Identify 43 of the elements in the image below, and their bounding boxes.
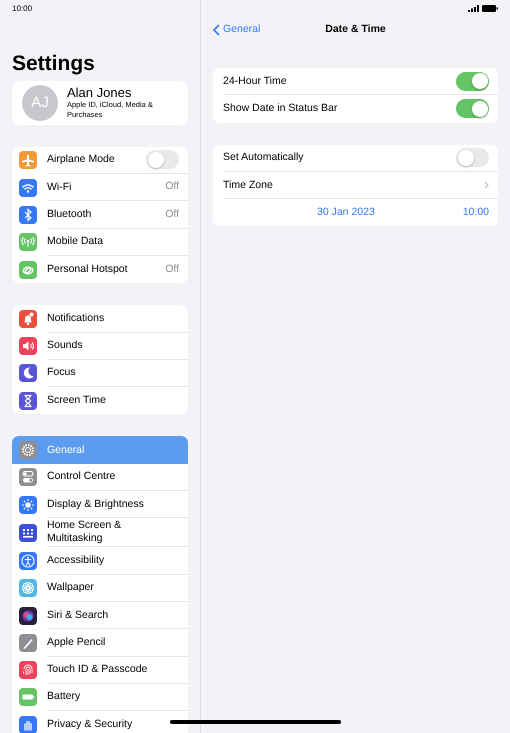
settings-row[interactable]: Display & Brightness: [12, 491, 188, 518]
date-value[interactable]: 30 Jan 2023: [317, 204, 375, 221]
settings-row[interactable]: Bluetooth Off: [12, 201, 188, 229]
signal-icon: [468, 5, 479, 12]
setting-value: Off: [165, 179, 179, 194]
settings-row[interactable]: Apple Pencil: [12, 629, 188, 656]
settings-row[interactable]: Screen Time: [12, 387, 188, 414]
profile-name: Alan Jones: [67, 85, 132, 100]
settings-row[interactable]: Focus: [12, 360, 188, 388]
settings-row[interactable]: Control Centre: [12, 464, 188, 492]
toggle-switch[interactable]: [456, 72, 489, 91]
settings-row[interactable]: Notifications: [12, 305, 188, 333]
settings-row[interactable]: Wallpaper: [12, 574, 188, 602]
time-value[interactable]: 10:00: [462, 204, 489, 221]
toggle-switch[interactable]: [456, 99, 489, 118]
home-indicator[interactable]: [170, 720, 341, 724]
toggle-switch[interactable]: [456, 148, 489, 168]
battery-icon: [482, 5, 498, 12]
back-chevron-icon: [213, 24, 220, 36]
chevron-icon: [484, 181, 489, 190]
setting-label: Show Date in Status Bar: [223, 101, 338, 116]
settings-row[interactable]: Battery: [12, 684, 188, 712]
settings-row[interactable]: Sounds: [12, 332, 188, 360]
status-time: 10:00: [12, 3, 32, 14]
settings-row[interactable]: Airplane Mode: [12, 146, 188, 174]
settings-row[interactable]: Home Screen & Multitasking: [12, 518, 188, 548]
setting-label: Set Automatically: [223, 150, 305, 166]
settings-row[interactable]: Personal Hotspot Off: [12, 256, 188, 284]
avatar: AJ: [22, 84, 58, 121]
screen-title: Date & Time: [325, 22, 386, 38]
back-button[interactable]: General: [213, 22, 260, 38]
settings-row[interactable]: Mobile Data: [12, 228, 188, 256]
settings-row[interactable]: Wi-Fi Off: [12, 174, 188, 202]
setting-value: Off: [165, 206, 179, 222]
settings-row[interactable]: Touch ID & Passcode: [12, 656, 188, 684]
setting-label: 24-Hour Time: [223, 74, 288, 89]
settings-row[interactable]: Privacy & Security: [12, 711, 188, 733]
setting-link[interactable]: Time Zone: [223, 178, 484, 193]
page-title: Settings: [12, 50, 95, 77]
toggle-switch[interactable]: [146, 150, 179, 170]
settings-row[interactable]: Siri & Search: [12, 602, 188, 630]
settings-row[interactable]: Accessibility: [12, 547, 188, 575]
setting-value: Off: [165, 262, 179, 277]
